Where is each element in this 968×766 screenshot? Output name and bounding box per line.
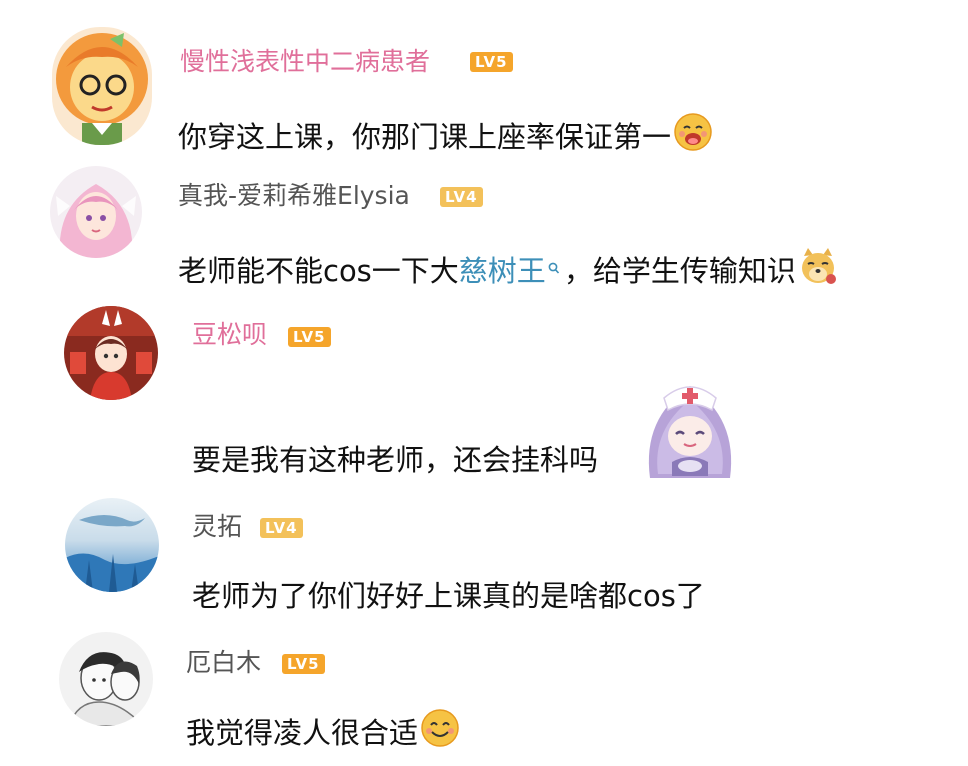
comment-text-content: 要是我有这种老师，还会挂科吗 [192,443,599,477]
level-badge: LV4 [440,187,483,207]
avatar[interactable] [52,27,152,145]
search-icon[interactable] [548,261,560,275]
username[interactable]: 慢性浅表性中二病患者 [180,47,430,77]
avatar[interactable] [59,632,153,726]
whale-sky-avatar-icon [65,498,159,592]
pink-hair-anime-avatar-icon [50,166,142,258]
comment-text: 要是我有这种老师，还会挂科吗 [192,440,598,480]
comment-text: 我觉得凌人很合适 [186,708,460,758]
username[interactable]: 厄白木 [186,648,261,678]
comment-text-before: 老师能不能cos一下大 [178,254,459,288]
purple-hair-nurse-sticker-icon [638,378,742,484]
level-badge: LV4 [260,518,303,538]
red-costume-anime-avatar-icon [64,306,158,400]
level-badge: LV5 [288,327,331,347]
avatar[interactable] [64,306,158,400]
sketch-boy-avatar-icon [59,632,153,726]
avatar[interactable] [65,498,159,592]
comment-text: 老师为了你们好好上课真的是啥都cos了 [192,576,705,616]
comment-text-after: ，给学生传输知识 [563,254,796,288]
username[interactable]: 真我-爱莉希雅Elysia [178,181,410,211]
drooling-smile-emoji-icon [673,112,713,162]
level-badge: LV5 [282,654,325,674]
smile-emoji-icon [420,708,460,758]
avatar[interactable] [50,166,142,258]
comment-text-content: 你穿这上课，你那门课上座率保证第一 [178,120,672,154]
orange-hair-anime-avatar-icon [52,27,152,145]
comment-text-content: 我觉得凌人很合适 [186,716,419,750]
doge-emoji-icon [798,246,838,296]
comment-text-content: 老师为了你们好好上课真的是啥都cos了 [192,579,705,613]
level-badge: LV5 [470,52,513,72]
username[interactable]: 灵拓 [192,512,242,542]
username[interactable]: 豆松呗 [192,320,267,350]
topic-link[interactable]: 慈树王 [459,251,546,291]
comment-text: 你穿这上课，你那门课上座率保证第一 [178,112,713,162]
comment-text: 老师能不能cos一下大 慈树王 ，给学生传输知识 [178,246,838,296]
